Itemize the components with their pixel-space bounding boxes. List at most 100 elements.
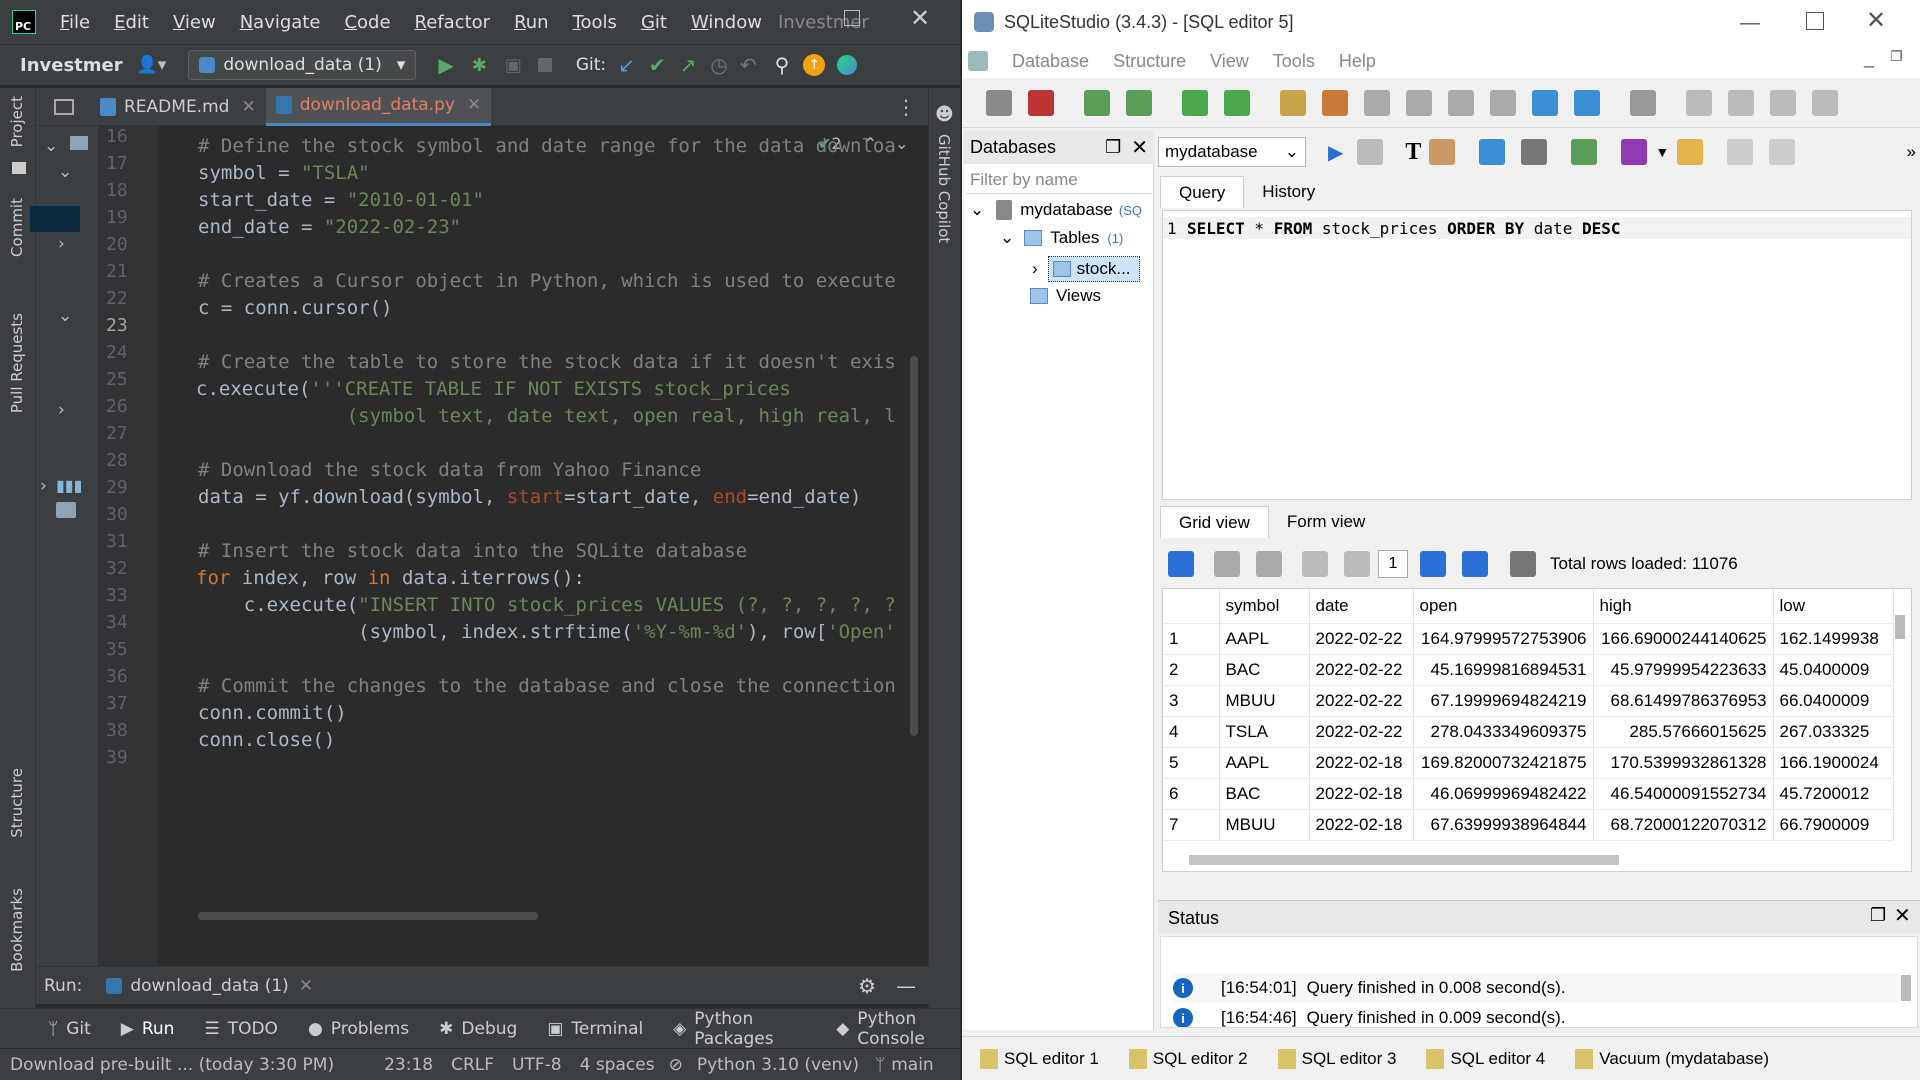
- table-row[interactable]: 6 BAC 2022-02-18 46.06999969482422 46.540000…: [1163, 778, 1894, 810]
- float-panel-icon[interactable]: ❐: [1105, 137, 1121, 158]
- table-cell[interactable]: 2022-02-22: [1309, 716, 1414, 748]
- next-page-icon[interactable]: [1420, 551, 1446, 577]
- menu-edit[interactable]: Edit: [114, 12, 149, 33]
- column-header[interactable]: high: [1593, 589, 1774, 624]
- maximize-icon[interactable]: [844, 10, 860, 26]
- chevron-right-icon[interactable]: ›: [40, 476, 47, 496]
- status-message[interactable]: Download pre-built ... (today 3:30 PM): [10, 1055, 334, 1075]
- print-icon[interactable]: [1510, 551, 1536, 577]
- table-cell[interactable]: 2022-02-18: [1309, 809, 1414, 841]
- close-icon[interactable]: ✕: [1866, 6, 1886, 35]
- close-tab-icon[interactable]: ✕: [241, 97, 255, 117]
- commit-icon[interactable]: [1214, 551, 1240, 577]
- maximize-icon[interactable]: [1806, 12, 1824, 30]
- caret-position[interactable]: 23:18: [384, 1055, 433, 1075]
- selected-node[interactable]: [30, 206, 80, 232]
- table-row[interactable]: 2 BAC 2022-02-22 45.16999816894531 45.979999…: [1163, 654, 1894, 686]
- tab-vacuum[interactable]: Vacuum (mydatabase): [1599, 1049, 1769, 1069]
- file-encoding[interactable]: UTF-8: [512, 1055, 562, 1075]
- table-cell[interactable]: 45.7200012: [1773, 778, 1894, 810]
- table-row[interactable]: 1 AAPL 2022-02-22 164.97999572753906 166.690…: [1163, 623, 1894, 655]
- layout-rows-icon[interactable]: [1770, 89, 1796, 116]
- code-editor[interactable]: ✔ 2 ⌃ ⌄ # Define the stock symbol and dat…: [158, 126, 928, 956]
- layout-columns-icon[interactable]: [1728, 89, 1754, 116]
- table-cell[interactable]: TSLA: [1219, 716, 1310, 748]
- close-panel-icon[interactable]: ✕: [1131, 135, 1148, 160]
- table-cell[interactable]: MBUU: [1219, 809, 1310, 841]
- jetbrains-icon[interactable]: [837, 55, 858, 75]
- run-icon[interactable]: ▶: [438, 53, 453, 77]
- tool-structure[interactable]: Structure: [8, 768, 26, 838]
- search-icon[interactable]: ⚲: [775, 53, 790, 77]
- tool-git[interactable]: Git: [66, 1019, 91, 1039]
- chevron-down-icon[interactable]: ▼: [1655, 144, 1669, 160]
- table-cell[interactable]: 162.1499938: [1773, 623, 1894, 655]
- chevron-down-icon[interactable]: ⌄: [1000, 228, 1014, 248]
- clear-icon[interactable]: [1429, 139, 1456, 165]
- table-row[interactable]: 3 MBUU 2022-02-22 67.19999694824219 68.61499…: [1163, 685, 1894, 717]
- sql-editor-text[interactable]: 1 SELECT * FROM stock_prices ORDER BY da…: [1162, 210, 1912, 500]
- chevron-down-icon[interactable]: ⌄: [895, 134, 908, 153]
- menu-code[interactable]: Code: [344, 12, 390, 33]
- execute-query-icon[interactable]: ▶: [1328, 140, 1343, 165]
- minimize-icon[interactable]: —: [896, 974, 916, 998]
- close-tab-icon[interactable]: ✕: [299, 976, 313, 996]
- functions-icon[interactable]: [1364, 89, 1390, 116]
- tree-node-views[interactable]: Views: [1030, 286, 1101, 306]
- recent-files-icon[interactable]: [54, 98, 74, 115]
- tree-node-database[interactable]: ⌄ mydatabase (SQ: [970, 200, 1142, 220]
- table-cell[interactable]: AAPL: [1219, 623, 1310, 655]
- tile-windows-icon[interactable]: [1532, 89, 1558, 116]
- layout-grid-icon[interactable]: [1686, 89, 1712, 116]
- tab-history[interactable]: History: [1244, 176, 1333, 208]
- tool-problems[interactable]: Problems: [331, 1019, 409, 1039]
- tool-python-console[interactable]: Python Console: [857, 1009, 960, 1049]
- tool-bookmarks[interactable]: Bookmarks: [8, 888, 26, 972]
- tool-project[interactable]: Project: [8, 96, 26, 147]
- format-sql-icon[interactable]: T: [1405, 139, 1421, 166]
- debug-icon[interactable]: ✱: [472, 55, 487, 76]
- menu-view[interactable]: View: [1210, 51, 1249, 72]
- git-branch[interactable]: main: [891, 1055, 933, 1075]
- table-cell[interactable]: 170.5399932861328: [1593, 747, 1774, 779]
- tool-pull-requests[interactable]: Pull Requests: [8, 313, 26, 413]
- menu-database[interactable]: Database: [1012, 51, 1089, 72]
- line-separator[interactable]: CRLF: [451, 1055, 494, 1075]
- chevron-down-icon[interactable]: ⌄: [44, 136, 58, 156]
- close-icon[interactable]: ✕: [910, 4, 930, 32]
- table-cell[interactable]: 46.06999969482422: [1413, 778, 1594, 810]
- menu-navigate[interactable]: Navigate: [240, 12, 321, 33]
- menu-structure[interactable]: Structure: [1113, 51, 1186, 72]
- rollback-icon[interactable]: ↶: [740, 53, 757, 77]
- collations-icon[interactable]: [1406, 89, 1432, 116]
- table-cell[interactable]: 46.54000091552734: [1593, 778, 1774, 810]
- chevron-right-icon[interactable]: ›: [58, 234, 65, 254]
- create-view-icon[interactable]: [1571, 139, 1598, 165]
- tab-download-data[interactable]: download_data.py ✕: [265, 87, 492, 126]
- close-tab-icon[interactable]: ✕: [467, 95, 481, 115]
- history-icon[interactable]: ◷: [710, 53, 727, 77]
- table-cell[interactable]: MBUU: [1219, 685, 1310, 717]
- grid-vertical-scrollbar[interactable]: [1895, 615, 1905, 639]
- ddl-history-icon[interactable]: [1322, 89, 1348, 116]
- disconnect-icon[interactable]: [1028, 89, 1054, 116]
- menu-tools[interactable]: Tools: [1273, 51, 1315, 72]
- grid-horizontal-scrollbar[interactable]: [1189, 855, 1619, 865]
- table-cell[interactable]: 66.7900009: [1773, 809, 1894, 841]
- editor-horizontal-scrollbar[interactable]: [198, 912, 538, 920]
- chevron-right-icon[interactable]: ›: [1032, 259, 1038, 279]
- page-input[interactable]: 1: [1378, 550, 1408, 578]
- open-sql-icon[interactable]: [1677, 139, 1704, 165]
- table-cell[interactable]: 2022-02-18: [1309, 747, 1414, 779]
- table-cell[interactable]: 164.97999572753906: [1413, 623, 1594, 655]
- table-cell[interactable]: BAC: [1219, 778, 1310, 810]
- first-page-icon[interactable]: [1302, 551, 1328, 577]
- run-config-combo[interactable]: download_data (1) ▾: [188, 50, 417, 80]
- export-results-icon[interactable]: [1479, 139, 1506, 165]
- run-config-tab[interactable]: download_data (1): [130, 976, 288, 996]
- connect-icon[interactable]: [986, 89, 1012, 116]
- gear-icon[interactable]: ⚙: [858, 974, 876, 998]
- menu-tools[interactable]: Tools: [573, 12, 617, 33]
- git-push-icon[interactable]: ↗: [680, 53, 697, 77]
- tab-form-view[interactable]: Form view: [1269, 506, 1383, 538]
